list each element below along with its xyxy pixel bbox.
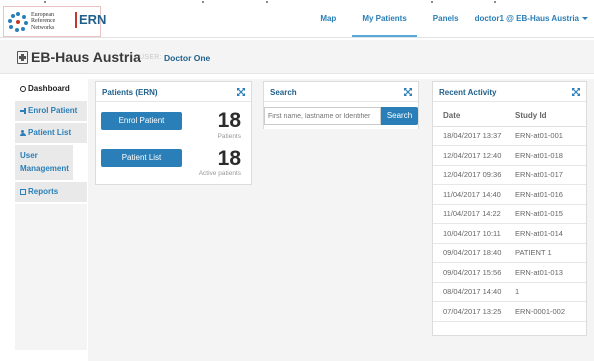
table-row[interactable]: 08/04/2017 14:40 1 (433, 282, 586, 302)
activity-date-cell: 12/04/2017 12:40 (433, 145, 511, 166)
activity-study-id-cell: ERN-at01-018 (511, 145, 586, 166)
activity-study-id-cell: 1 (511, 282, 586, 302)
panel-header: Search (264, 82, 418, 102)
search-button[interactable]: Search (381, 107, 418, 125)
patients-panel: Patients (ERN) Enrol Patient 18 Patients… (95, 81, 252, 185)
active-patients-count: 18 (217, 147, 241, 170)
sidebar-item-reports[interactable]: Reports (15, 182, 87, 202)
patients-count: 18 (217, 109, 241, 132)
nav-my-patients[interactable]: My Patients (352, 0, 418, 37)
enrol-patient-button[interactable]: Enrol Patient (101, 112, 182, 130)
expand-icon[interactable] (404, 88, 412, 96)
table-row[interactable]: 12/04/2017 12:40 ERN-at01-018 (433, 145, 586, 166)
column-header-study-id: Study Id (511, 106, 586, 127)
activity-study-id-cell: ERN-at01-013 (511, 262, 586, 283)
dashboard-icon (20, 86, 26, 92)
sign-in-icon (20, 108, 26, 114)
logo-acronym: ERN (75, 12, 106, 28)
hospital-icon (17, 51, 28, 64)
search-panel: Search Search (263, 81, 419, 129)
table-row[interactable]: 11/04/2017 14:40 ERN-at01-016 (433, 184, 586, 205)
nav-links: Map My Patients Panels doctor1 @ EB-Haus… (302, 0, 588, 37)
table-row[interactable]: 12/04/2017 09:36 ERN-at01-017 (433, 165, 586, 185)
table-row[interactable]: 07/04/2017 13:25 ERN-0001-002 (433, 301, 586, 322)
sidebar-item-label: Reports (28, 187, 59, 196)
nav-map[interactable]: Map (320, 0, 336, 37)
expand-icon[interactable] (572, 88, 580, 96)
activity-study-id-cell: ERN-at01-001 (511, 126, 586, 146)
activity-table: Date Study Id 18/04/2017 13:37 ERN-at01-0… (433, 106, 586, 322)
activity-study-id-cell: ERN-at01-014 (511, 223, 586, 244)
activity-table-body: 18/04/2017 13:37 ERN-at01-001 12/04/2017 1… (433, 126, 586, 322)
user-icon (20, 130, 26, 136)
activity-study-id-cell: ERN-at01-016 (511, 184, 586, 205)
patient-list-button[interactable]: Patient List (101, 149, 182, 167)
logo-org-name: European Reference Networks (31, 12, 69, 32)
sidebar-item-enrol-patient[interactable]: Enrol Patient (15, 101, 87, 121)
current-user-name: Doctor One (164, 53, 211, 63)
sidebar-filler (15, 204, 87, 350)
activity-study-id-cell: ERN-at01-015 (511, 204, 586, 224)
activity-date-cell: 12/04/2017 09:36 (433, 165, 511, 185)
activity-study-id-cell: PATIENT 1 (511, 243, 586, 263)
sidebar-item-label: Enrol Patient (28, 106, 78, 115)
expand-icon[interactable] (237, 88, 245, 96)
sidebar-item-label: Dashboard (28, 84, 70, 93)
activity-date-cell: 10/04/2017 10:11 (433, 223, 511, 244)
recent-activity-panel: Recent Activity Date Study Id 18/04/2017… (432, 81, 587, 336)
table-row[interactable]: 09/04/2017 15:56 ERN-at01-013 (433, 262, 586, 283)
panel-header: Recent Activity (433, 82, 586, 102)
table-row[interactable]: 10/04/2017 10:11 ERN-at01-014 (433, 223, 586, 244)
column-header-date: Date (433, 106, 511, 127)
table-row[interactable]: 09/04/2017 18:40 PATIENT 1 (433, 243, 586, 263)
activity-date-cell: 11/04/2017 14:40 (433, 184, 511, 205)
sidebar-item-patient-list[interactable]: Patient List (15, 123, 87, 143)
activity-date-cell: 07/04/2017 13:25 (433, 301, 511, 322)
page-title: EB-Haus Austria (31, 49, 141, 65)
activity-date-cell: 09/04/2017 15:56 (433, 262, 511, 283)
ern-logo-mark-icon (7, 11, 29, 33)
panel-title: Search (270, 88, 297, 97)
table-row[interactable]: 11/04/2017 14:22 ERN-at01-015 (433, 204, 586, 224)
table-header-row: Date Study Id (433, 106, 586, 127)
page-header: EB-Haus Austria USER: Doctor One (0, 40, 594, 74)
ern-logo[interactable]: European Reference Networks ERN (3, 6, 106, 37)
report-icon (20, 189, 26, 195)
sidebar: Dashboard Enrol Patient Patient List Use… (15, 79, 87, 350)
sidebar-item-user-management[interactable]: User Management (15, 145, 73, 180)
nav-user-menu[interactable]: doctor1 @ EB-Haus Austria (475, 0, 588, 37)
search-input[interactable] (264, 107, 381, 125)
activity-study-id-cell: ERN-0001-002 (511, 301, 586, 322)
sidebar-item-dashboard[interactable]: Dashboard (15, 79, 87, 99)
activity-date-cell: 18/04/2017 13:37 (433, 126, 511, 146)
user-label: USER: (139, 54, 162, 61)
nav-panels[interactable]: Panels (433, 0, 459, 37)
logo-org-line3: Networks (31, 24, 55, 31)
sidebar-item-label: Patient List (28, 128, 72, 137)
panel-title: Patients (ERN) (102, 88, 158, 97)
active-patients-label: Active patients (198, 170, 241, 177)
panel-header: Patients (ERN) (96, 82, 251, 102)
activity-date-cell: 11/04/2017 14:22 (433, 204, 511, 224)
patients-count-label: Patients (217, 133, 242, 140)
activity-study-id-cell: ERN-at01-017 (511, 165, 586, 185)
activity-date-cell: 09/04/2017 18:40 (433, 243, 511, 263)
table-row[interactable]: 18/04/2017 13:37 ERN-at01-001 (433, 126, 586, 146)
caret-down-icon (582, 17, 588, 21)
top-navbar: European Reference Networks ERN Map My P… (0, 0, 594, 38)
activity-date-cell: 08/04/2017 14:40 (433, 282, 511, 302)
panel-title: Recent Activity (439, 88, 497, 97)
nav-user-menu-label: doctor1 @ EB-Haus Austria (474, 14, 579, 23)
